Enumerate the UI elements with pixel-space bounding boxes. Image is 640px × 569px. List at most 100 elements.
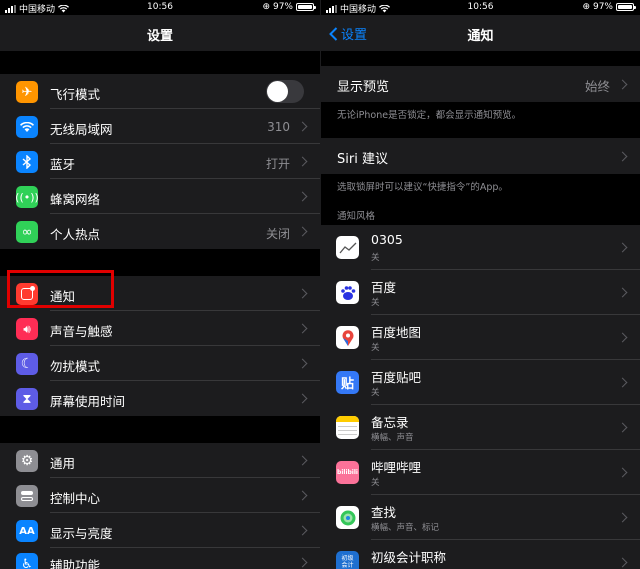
row-label: 显示与亮度 xyxy=(50,526,113,541)
notes-icon xyxy=(336,416,359,439)
battery-percent: 97% xyxy=(272,2,293,12)
settings-row-general[interactable]: ⚙ 通用 xyxy=(0,443,320,478)
row-label: 飞行模式 xyxy=(50,87,101,102)
radar-glyph xyxy=(340,510,355,525)
app-subtitle: 关 xyxy=(371,388,380,398)
app-row-find-my[interactable]: 查找 横幅、声音、标记 xyxy=(321,495,640,540)
chevron-right-icon xyxy=(297,358,308,369)
show-previews-row[interactable]: 显示预览 始终 xyxy=(321,66,640,102)
chevron-right-icon xyxy=(297,490,308,501)
siri-footer: 选取锁屏时可以建议“快捷指令”的App。 xyxy=(337,182,508,193)
app-subtitle: 关 xyxy=(371,343,380,353)
page-title: 通知 xyxy=(467,29,494,44)
row-label: 声音与触感 xyxy=(50,324,113,339)
chevron-right-icon xyxy=(297,121,308,132)
app-name: 初级会计职称 xyxy=(371,550,447,565)
gear-icon: ⚙ xyxy=(16,450,38,472)
chevron-right-icon xyxy=(617,512,628,523)
app-row-bilibili[interactable]: bilibili 哔哩哔哩 关 xyxy=(321,450,640,495)
show-previews-label: 显示预览 xyxy=(337,80,390,95)
row-value: 310 xyxy=(267,120,290,134)
siri-suggestions-row[interactable]: Siri 建议 xyxy=(321,138,640,174)
cellular-icon: ((•)) xyxy=(15,186,39,208)
app-name: 哔哩哔哩 xyxy=(371,460,422,475)
chevron-right-icon xyxy=(297,557,308,568)
app-subtitle: 横幅、声音、标记 xyxy=(371,523,440,533)
app-name: 百度 xyxy=(371,280,397,295)
map-pin-glyph xyxy=(342,329,353,346)
siri-label: Siri 建议 xyxy=(337,152,388,167)
airplane-icon: ✈ xyxy=(16,81,38,103)
chevron-right-icon xyxy=(617,422,628,433)
settings-row-sounds[interactable]: 🔊︎ 声音与触感 xyxy=(0,311,320,346)
app-row-baidu-map[interactable]: 百度地图 关 xyxy=(321,315,640,360)
accounting-icon-text: 初级 会计 xyxy=(341,554,354,569)
chart-app-icon xyxy=(336,236,359,259)
app-row-baidu[interactable]: 百度 关 xyxy=(321,270,640,315)
row-label: 通用 xyxy=(50,456,76,471)
accounting-icon: 初级 会计 xyxy=(336,551,359,569)
chevron-right-icon xyxy=(297,288,308,299)
notifications-pane: 中国移动 10:56 ⊕ 97% 设置 通知 显示预览 始终 无论iPhone是… xyxy=(320,0,640,569)
chevron-right-icon xyxy=(297,156,308,167)
row-label: 勿扰模式 xyxy=(50,359,101,374)
app-name: 备忘录 xyxy=(371,415,409,430)
battery-percent: 97% xyxy=(592,2,613,12)
settings-row-display[interactable]: AA 显示与亮度 xyxy=(0,513,320,548)
bilibili-icon-text: bilibili xyxy=(337,469,358,476)
nav-bar: 设置 xyxy=(0,15,320,51)
chevron-right-icon xyxy=(297,393,308,404)
settings-row-control-center[interactable]: 控制中心 xyxy=(0,478,320,513)
bilibili-icon: bilibili xyxy=(336,461,359,484)
wifi-glyph xyxy=(20,121,34,132)
chevron-right-icon xyxy=(297,226,308,237)
app-row-notes[interactable]: 备忘录 横幅、声音 xyxy=(321,405,640,450)
settings-row-screen-time[interactable]: ⧗ 屏幕使用时间 xyxy=(0,381,320,416)
chevron-right-icon xyxy=(617,332,628,343)
orientation-lock-icon: ⊕ xyxy=(582,2,590,12)
settings-row-cellular[interactable]: ((•)) 蜂窝网络 xyxy=(0,179,320,214)
settings-row-dnd[interactable]: ☾ 勿扰模式 xyxy=(0,346,320,381)
row-label: 控制中心 xyxy=(50,491,101,506)
paw-glyph xyxy=(340,285,355,300)
settings-row-airplane[interactable]: ✈ 飞行模式 xyxy=(0,74,320,109)
app-row-tieba[interactable]: 贴 百度贴吧 关 xyxy=(321,360,640,405)
bluetooth-icon xyxy=(16,151,38,173)
find-my-icon xyxy=(336,506,359,529)
hotspot-icon: ∞ xyxy=(16,221,38,243)
highlight-box xyxy=(7,270,114,308)
app-subtitle: 横幅、声音 xyxy=(371,433,414,443)
sound-icon: 🔊︎ xyxy=(16,318,38,340)
chevron-right-icon xyxy=(297,525,308,536)
moon-icon: ☾ xyxy=(16,353,38,375)
app-name: 0305 xyxy=(371,232,403,247)
battery-status: ⊕ 97% xyxy=(262,2,316,12)
battery-status: ⊕ 97% xyxy=(582,2,636,12)
show-previews-value: 始终 xyxy=(584,79,610,94)
tieba-icon: 贴 xyxy=(336,371,359,394)
app-row-0305[interactable]: 0305 关 xyxy=(321,225,640,270)
app-row-accounting[interactable]: 初级 会计 初级会计职称 xyxy=(321,540,640,569)
settings-row-accessibility[interactable]: ♿︎ 辅助功能 xyxy=(0,548,320,569)
app-subtitle: 关 xyxy=(371,298,380,308)
settings-pane: 中国移动 10:56 ⊕ 97% 设置 ✈ 飞行模式 无线局域网 310 蓝牙 … xyxy=(0,0,320,569)
settings-row-bluetooth[interactable]: 蓝牙 打开 xyxy=(0,144,320,179)
chevron-right-icon xyxy=(617,242,628,253)
wifi-icon xyxy=(16,116,38,138)
settings-row-wifi[interactable]: 无线局域网 310 xyxy=(0,109,320,144)
battery-icon xyxy=(616,3,636,11)
bluetooth-glyph xyxy=(22,155,32,169)
settings-row-hotspot[interactable]: ∞ 个人热点 关闭 xyxy=(0,214,320,249)
row-label: 蜂窝网络 xyxy=(50,192,101,207)
row-label: 无线局域网 xyxy=(50,122,113,137)
section-header: 通知风格 xyxy=(337,211,376,222)
chevron-right-icon xyxy=(297,191,308,202)
chart-glyph xyxy=(339,242,356,253)
chevron-right-icon xyxy=(617,377,628,388)
airplane-toggle[interactable] xyxy=(266,80,304,103)
row-value: 关闭 xyxy=(265,227,290,241)
app-name: 百度地图 xyxy=(371,325,422,340)
row-label: 辅助功能 xyxy=(50,558,101,569)
chevron-right-icon xyxy=(617,151,628,162)
status-bar: 中国移动 10:56 ⊕ 97% xyxy=(0,0,320,15)
